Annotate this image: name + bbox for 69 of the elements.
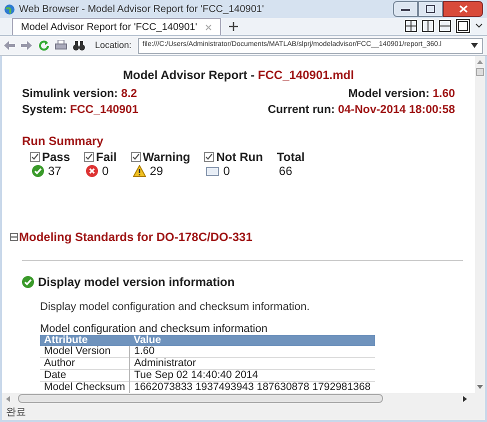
minimize-button[interactable] <box>393 1 418 17</box>
info-field: Current run: 04-Nov-2014 18:00:58 <box>268 102 455 118</box>
globe-icon <box>4 4 15 14</box>
back-arrow-icon[interactable] <box>4 41 15 50</box>
warning-icon <box>132 165 146 177</box>
collapse-toggle[interactable] <box>10 233 18 241</box>
summary-label: Total <box>276 150 305 164</box>
info-field: Simulink version: 8.2 <box>22 86 238 102</box>
horizontal-scrollbar[interactable] <box>2 393 485 404</box>
dropdown-arrow-icon[interactable] <box>471 43 478 48</box>
check-title: Display model version information <box>38 274 235 291</box>
columns-layout-icon[interactable] <box>422 20 434 32</box>
blank-box-icon <box>206 166 220 176</box>
minimize-icon <box>401 8 410 10</box>
run-summary-title: Run Summary <box>22 133 104 150</box>
summary-count: 0 <box>102 164 109 178</box>
summary-count: 37 <box>48 164 62 178</box>
single-layout-icon[interactable] <box>456 19 470 33</box>
checkbox[interactable] <box>204 152 214 162</box>
summary-count: 0 <box>223 164 230 178</box>
location-label: Location: <box>95 38 132 52</box>
close-button[interactable] <box>443 1 483 17</box>
summary-count: 66 <box>278 164 292 178</box>
binoculars-icon[interactable] <box>73 40 85 50</box>
table-caption: Model configuration and checksum information <box>40 322 268 334</box>
column-header: Value <box>130 334 375 346</box>
vertical-scrollbar[interactable] <box>475 56 485 393</box>
scroll-thumb[interactable] <box>18 394 383 403</box>
rows-layout-icon[interactable] <box>439 20 451 32</box>
summary-label: Fail <box>96 150 117 164</box>
summary-label: Warning <box>142 150 190 164</box>
checkbox[interactable] <box>130 152 141 162</box>
table-cell: 1.60 <box>130 346 375 357</box>
table-cell: Date <box>40 369 130 381</box>
table-cell: Tue Sep 02 14:40:40 2014 <box>130 369 375 381</box>
close-icon <box>458 5 468 13</box>
plus-icon[interactable] <box>229 22 238 31</box>
browser-tab[interactable]: Model Advisor Report for 'FCC_140901' <box>12 18 222 35</box>
report-title: Model Advisor Report - FCC_140901.mdl <box>122 67 355 84</box>
table-cell: Administrator <box>130 357 375 369</box>
maximize-button[interactable] <box>418 1 443 17</box>
check-description: Display model configuration and checksum information. <box>40 300 311 315</box>
scroll-down-icon[interactable] <box>477 385 483 389</box>
window-title: Web Browser - Model Advisor Report for 'FCC_140901' <box>19 2 264 16</box>
scroll-right-icon[interactable] <box>463 396 467 402</box>
chevron-icon[interactable] <box>475 22 483 30</box>
forward-arrow-icon[interactable] <box>21 41 32 50</box>
printer-icon[interactable] <box>55 40 67 51</box>
error-icon <box>86 165 98 177</box>
table-cell: Author <box>40 357 130 369</box>
info-field: System: FCC_140901 <box>22 102 238 118</box>
refresh-icon[interactable] <box>38 40 49 51</box>
check-circle-icon <box>22 276 34 288</box>
checkbox[interactable] <box>30 152 40 162</box>
summary-count: 29 <box>150 164 164 178</box>
column-header: Attribute <box>40 334 130 346</box>
info-field: Model version: 1.60 <box>348 86 455 102</box>
status-text: 완료 <box>6 406 26 420</box>
table-cell: Model Version <box>40 346 130 357</box>
maximize-icon <box>426 5 435 13</box>
scroll-thumb[interactable] <box>476 68 484 76</box>
summary-label: Pass <box>42 150 70 164</box>
section-heading: Modeling Standards for DO-178C/DO-331 <box>19 229 252 246</box>
check-circle-icon <box>32 165 44 177</box>
minus-icon <box>11 234 17 240</box>
table-cell: 1662073833 1937493943 187630878 1792981368 <box>130 381 375 393</box>
checkbox[interactable] <box>84 152 94 162</box>
summary-label: Not Run <box>216 150 263 164</box>
grid-layout-icon[interactable] <box>405 20 417 32</box>
